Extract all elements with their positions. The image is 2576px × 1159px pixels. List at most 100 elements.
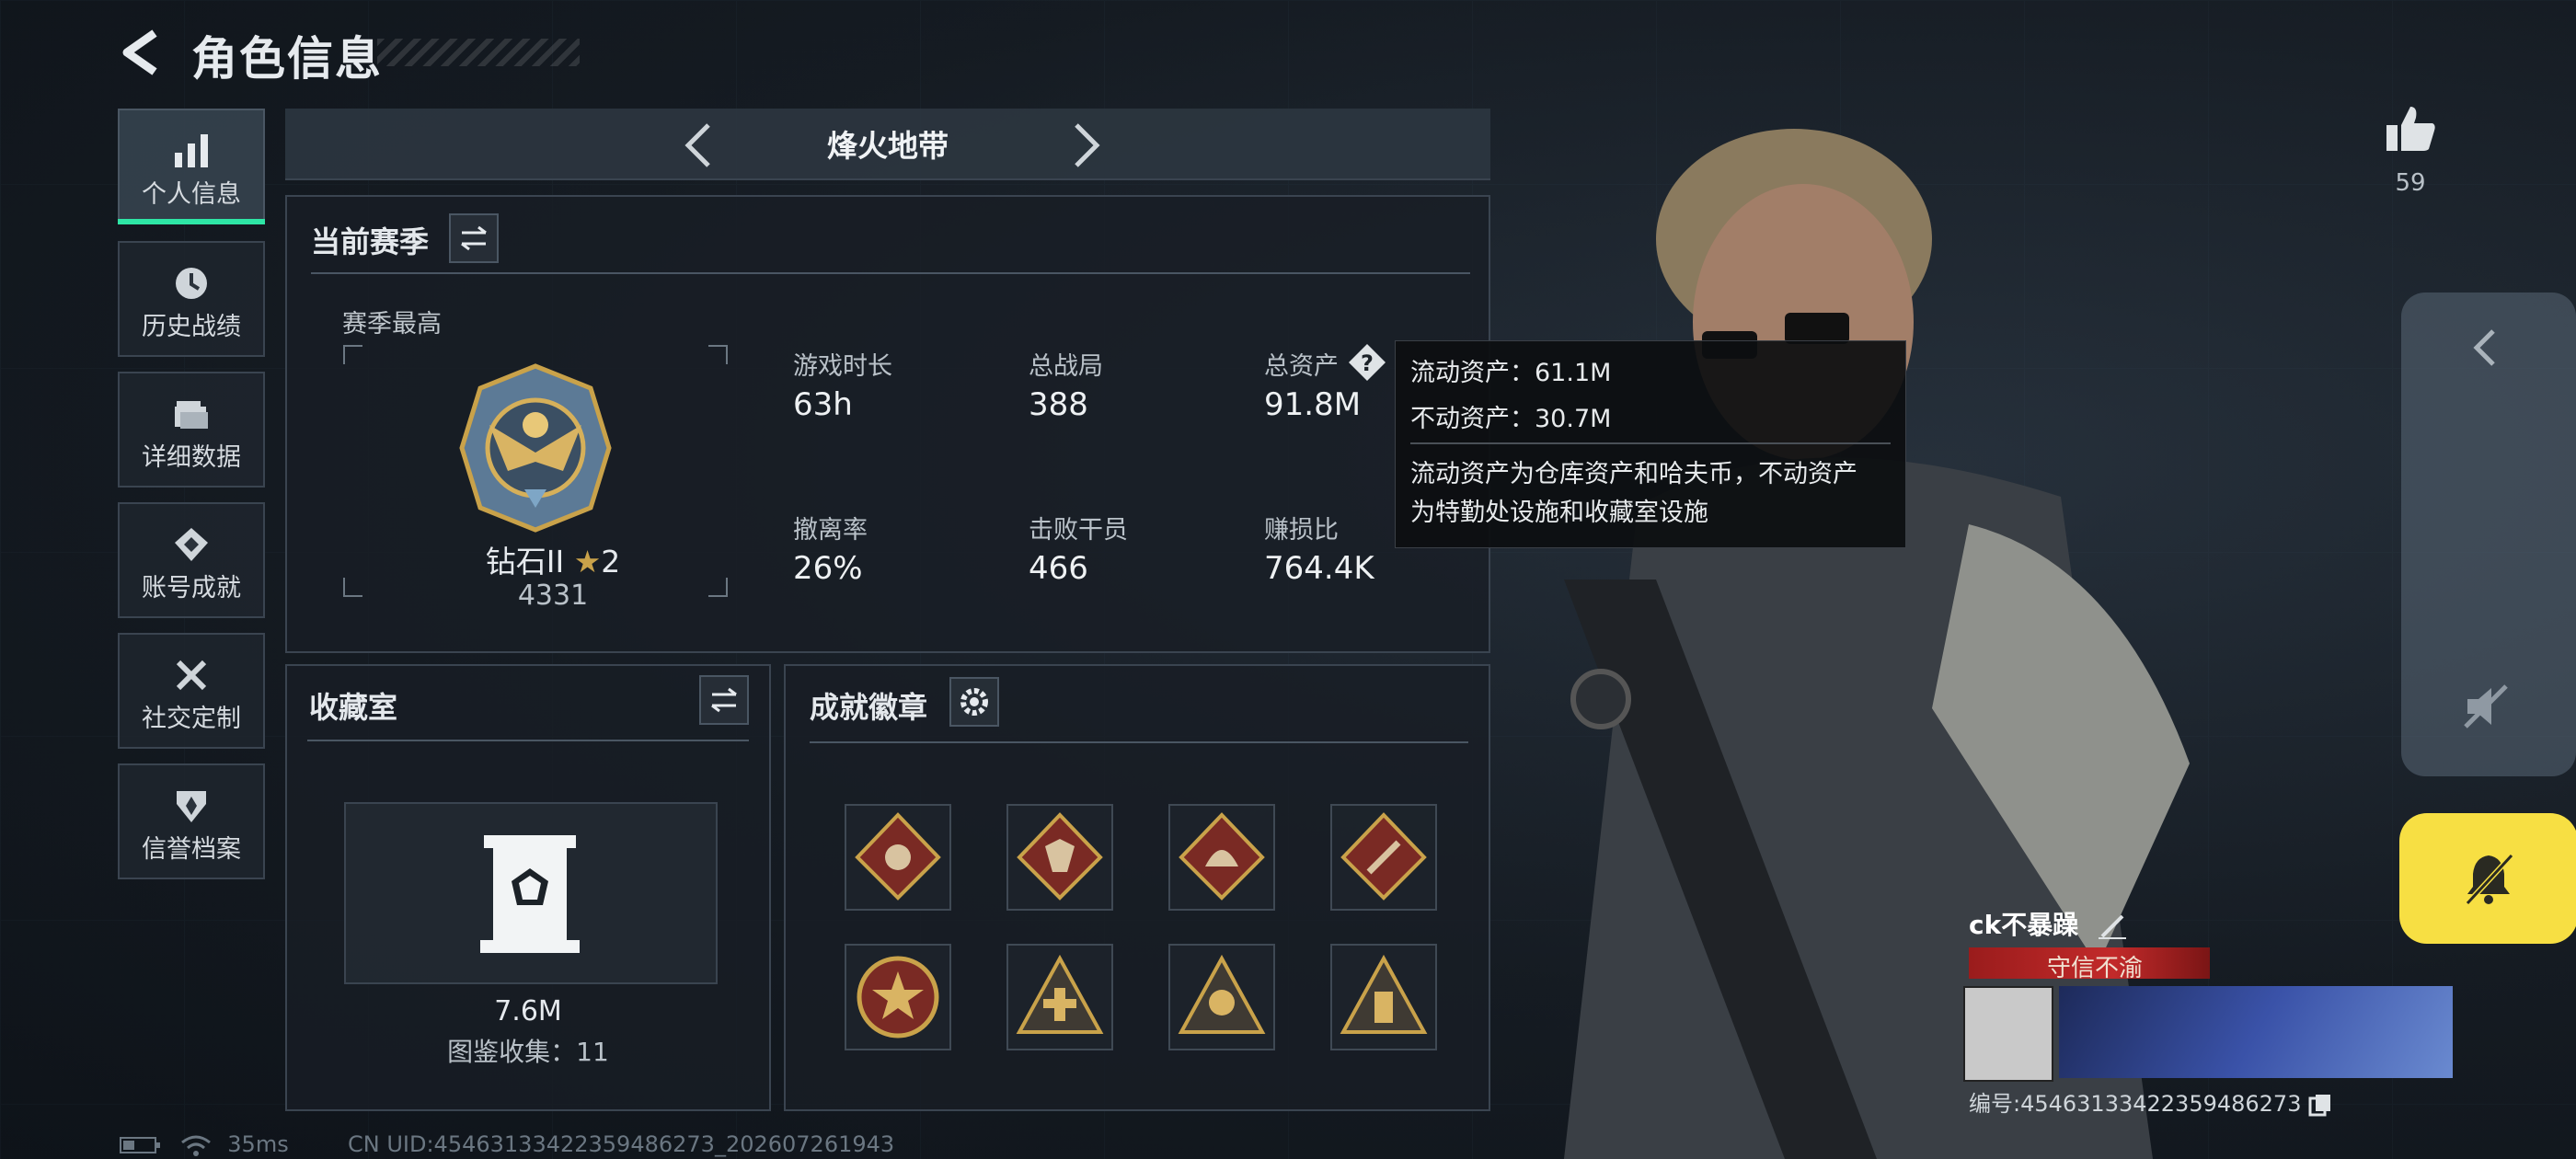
player-card-banner — [2059, 986, 2453, 1078]
achievement-badge[interactable] — [1330, 944, 1437, 1050]
rank-points: 4331 — [517, 580, 589, 612]
clock-history-icon — [176, 268, 207, 299]
star-icon: ★ — [573, 544, 602, 580]
diamond-rank-emblem-icon — [459, 363, 612, 533]
stat-label: 游戏时长 — [793, 352, 892, 381]
tooltip-divider — [1410, 442, 1891, 444]
nav-label: 个人信息 — [142, 180, 241, 209]
stat-value: 466 — [1029, 550, 1088, 587]
muted-speaker-icon[interactable] — [2456, 677, 2515, 736]
rank-name-row: 钻石II ★2 — [456, 537, 650, 581]
copy-icon[interactable] — [2308, 1093, 2332, 1117]
stat-value: 764.4K — [1264, 550, 1374, 587]
ping-value: 35ms — [227, 1131, 289, 1157]
game-selector: 烽火地带 — [285, 109, 1490, 180]
season-switch-button[interactable] — [449, 213, 499, 263]
achievement-badge[interactable] — [1168, 804, 1275, 911]
achievement-badge[interactable] — [1006, 804, 1113, 911]
stat-label: 击败干员 — [1029, 516, 1128, 545]
collection-value: 7.6M — [494, 995, 562, 1027]
player-title: 守信不渝 — [2047, 955, 2144, 982]
help-question-icon[interactable]: ? — [1347, 342, 1387, 383]
achievements-panel: 成就徽章 — [784, 664, 1490, 1111]
divider — [810, 741, 1468, 743]
weapon-badge-icon — [1340, 812, 1427, 901]
stat-label: 撤离率 — [793, 516, 868, 545]
star-badge-icon — [857, 956, 939, 1039]
rank-stars: 2 — [601, 544, 621, 580]
collapse-chevron-left-icon[interactable] — [2458, 320, 2513, 375]
wifi-icon — [180, 1135, 211, 1156]
uid-text: CN UID:454631334223594862​73_20260726194… — [348, 1131, 895, 1157]
tooltip-description-line2: 为特勤处设施和收藏室设施 — [1410, 499, 1708, 527]
avatar[interactable] — [1963, 986, 2053, 1082]
nav-item-social[interactable]: 社交定制 — [118, 633, 265, 749]
achievement-badge[interactable] — [845, 804, 951, 911]
folder-icon — [175, 401, 208, 429]
season-title: 当前赛季 — [311, 224, 430, 259]
player-id-text: 编号:454631334223594862​73 — [1969, 1091, 2302, 1117]
stat-label: 总资产 — [1264, 352, 1339, 381]
page-title: 角色信息 — [191, 32, 383, 86]
status-bar: 35ms — [120, 1131, 289, 1157]
chevron-right-icon[interactable] — [1058, 118, 1113, 173]
player-name: ck不暴躁 — [1969, 905, 2128, 942]
stat-value: 91.8M — [1264, 386, 1362, 423]
nav-item-personal-info[interactable]: 个人信息 — [118, 109, 265, 224]
collection-panel[interactable]: 收藏室 7.6M 图鉴收集：11 — [285, 664, 771, 1111]
display-case-icon — [480, 835, 580, 953]
dragon-badge-icon — [1179, 812, 1265, 901]
nav-label: 社交定制 — [142, 705, 241, 733]
achievement-badge[interactable] — [1330, 804, 1437, 911]
back-arrow-icon[interactable] — [118, 28, 164, 77]
nav-item-achievements[interactable]: 账号成就 — [118, 502, 265, 618]
nav-label: 账号成就 — [142, 574, 241, 602]
asset-tooltip: 流动资产：61.1M 不动资产：30.7M 流动资产为仓库资产和哈夫币，不动资产… — [1395, 340, 1906, 548]
divider — [307, 740, 749, 741]
side-control-tray — [2401, 293, 2576, 776]
game-name: 烽火地带 — [827, 128, 949, 164]
thumbs-up-icon[interactable] — [2383, 101, 2438, 156]
bar-chart-icon — [175, 134, 208, 167]
tools-icon — [176, 660, 207, 691]
soldier-triangle-badge-icon — [1340, 954, 1428, 1034]
collection-switch-button[interactable] — [699, 675, 749, 725]
achievements-settings-button[interactable] — [949, 677, 999, 727]
gear-icon — [960, 688, 988, 716]
title-stripe-decoration — [377, 39, 580, 66]
stat-label: 赚损比 — [1264, 516, 1339, 545]
tooltip-description-line1: 流动资产为仓库资产和哈夫币，不动资产 — [1410, 460, 1857, 488]
collection-title: 收藏室 — [309, 690, 398, 725]
swap-icon — [711, 687, 737, 713]
shield-icon — [177, 791, 206, 822]
nav-item-detail-data[interactable]: 详细数据 — [118, 372, 265, 488]
achievement-badge[interactable] — [1168, 944, 1275, 1050]
nav-label: 详细数据 — [142, 443, 241, 472]
collection-catalog: 图鉴收集：11 — [447, 1037, 609, 1067]
bell-off-icon — [2465, 853, 2514, 906]
season-panel: 当前赛季 赛季最高 钻石II ★2 4331 游戏时长 63h 总战局 388 … — [285, 195, 1490, 653]
divider — [311, 272, 1470, 274]
wolf-badge-icon — [1017, 812, 1103, 901]
season-best-label: 赛季最高 — [342, 310, 442, 339]
nav-item-credit[interactable]: 信誉档案 — [118, 763, 265, 879]
player-name-text: ck不暴躁 — [1969, 910, 2079, 940]
notification-mute-button[interactable] — [2399, 813, 2576, 944]
stat-value: 63h — [793, 386, 853, 423]
stat-value: 388 — [1029, 386, 1088, 423]
edit-pencil-icon[interactable] — [2097, 912, 2128, 940]
nav-label: 信誉档案 — [142, 835, 241, 864]
achievement-badge[interactable] — [845, 944, 951, 1050]
player-id: 编号:454631334223594862​73 — [1969, 1085, 2332, 1118]
stat-label: 总战局 — [1029, 352, 1103, 381]
like-count: 59 — [2395, 169, 2426, 197]
nav-item-history[interactable]: 历史战绩 — [118, 241, 265, 357]
battery-icon — [120, 1137, 160, 1153]
swap-icon — [461, 225, 487, 251]
squad-triangle-badge-icon — [1178, 954, 1266, 1034]
stat-value: 26% — [793, 550, 863, 587]
tooltip-liquid-assets: 流动资产：61.1M — [1410, 359, 1612, 387]
rank-name: 钻石II — [485, 544, 565, 580]
runner-badge-icon — [855, 812, 941, 901]
achievement-badge[interactable] — [1006, 944, 1113, 1050]
